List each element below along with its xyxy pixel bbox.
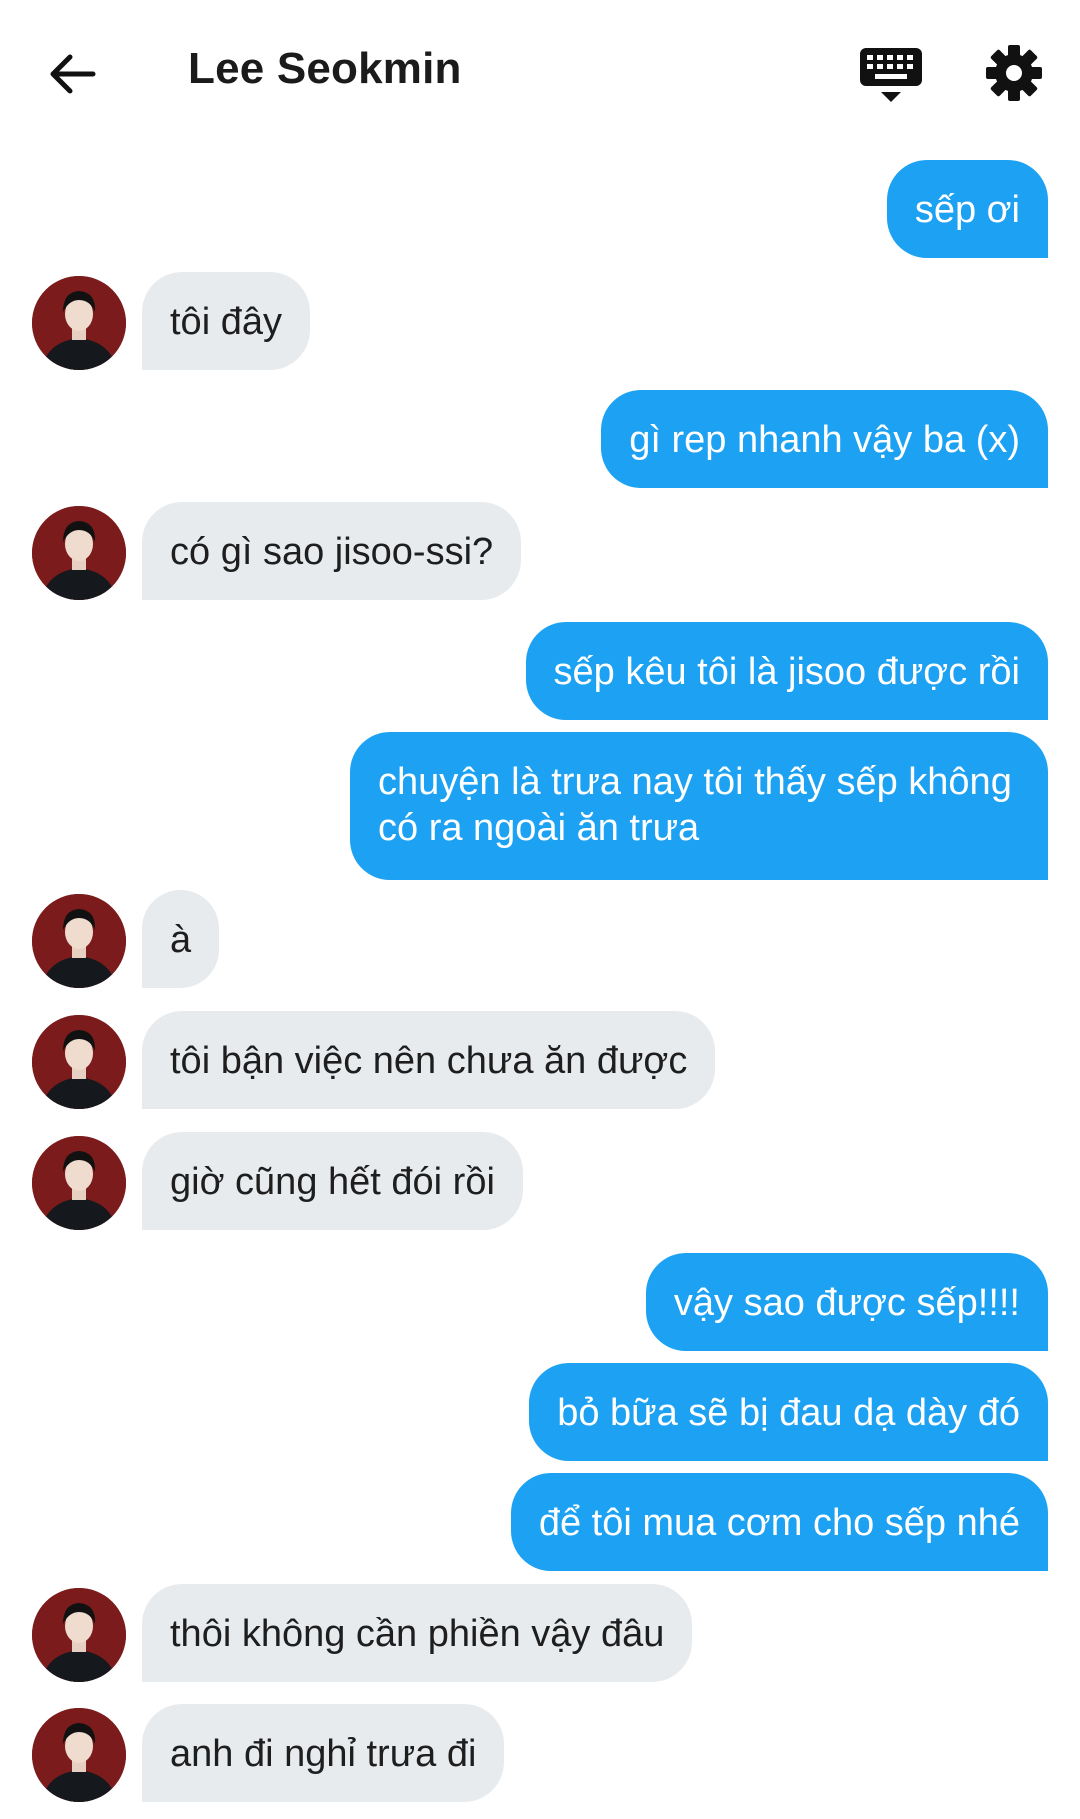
message-outgoing[interactable]: gì rep nhanh vậy ba (x)	[601, 390, 1048, 488]
contact-avatar-icon	[32, 1136, 126, 1230]
message-outgoing[interactable]: vậy sao được sếp!!!!	[645, 1253, 1048, 1351]
message-incoming[interactable]: thôi không cần phiền vậy đâu	[142, 1584, 693, 1682]
contact-avatar-icon	[32, 276, 126, 370]
message-outgoing[interactable]: bỏ bữa sẽ bị đau dạ dày đó	[529, 1363, 1048, 1461]
contact-avatar-icon	[32, 894, 126, 988]
message-outgoing[interactable]: sếp kêu tôi là jisoo được rồi	[525, 622, 1048, 720]
message-outgoing[interactable]: chuyện là trưa nay tôi thấy sếp không có…	[350, 732, 1048, 880]
contact-avatar-icon	[32, 1015, 126, 1109]
avatar[interactable]	[32, 1708, 126, 1802]
message-incoming[interactable]: có gì sao jisoo-ssi?	[142, 502, 522, 600]
avatar[interactable]	[32, 1588, 126, 1682]
contact-avatar-icon	[32, 1708, 126, 1802]
avatar[interactable]	[32, 1136, 126, 1230]
avatar[interactable]	[32, 1015, 126, 1109]
message-incoming[interactable]: giờ cũng hết đói rồi	[142, 1132, 523, 1230]
message-outgoing[interactable]: để tôi mua cơm cho sếp nhé	[510, 1473, 1048, 1571]
contact-avatar-icon	[32, 506, 126, 600]
message-incoming[interactable]: tôi đây	[142, 272, 310, 370]
avatar[interactable]	[32, 894, 126, 988]
contact-avatar-icon	[32, 1588, 126, 1682]
avatar[interactable]	[32, 276, 126, 370]
message-incoming[interactable]: anh đi nghỉ trưa đi	[142, 1704, 505, 1802]
message-incoming[interactable]: tôi bận việc nên chưa ăn được	[142, 1011, 716, 1109]
message-outgoing[interactable]: sếp ơi	[886, 160, 1048, 258]
avatar[interactable]	[32, 506, 126, 600]
message-list[interactable]: sếp ơi tôi đây gì rep nhanh vậy ba (x) c…	[0, 0, 1080, 1819]
message-incoming[interactable]: à	[142, 890, 220, 988]
